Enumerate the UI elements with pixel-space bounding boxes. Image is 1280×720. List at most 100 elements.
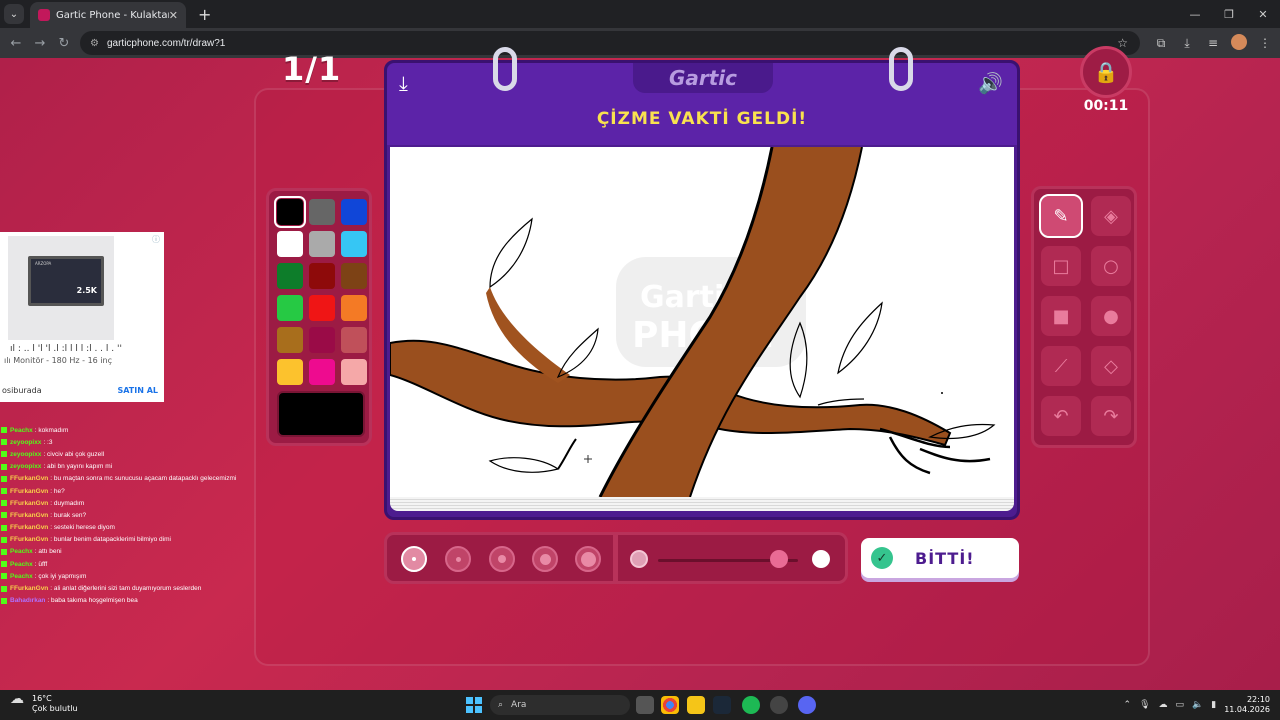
restore-icon[interactable]: ❐ — [1212, 8, 1246, 21]
site-info-icon[interactable]: ⚙ — [90, 38, 99, 49]
chat-text: : çok iyi yapmışım — [34, 572, 87, 580]
taskbar: ☁ 16°C Çok bulutlu ⌕ Ara ⌃ 🎙 ☁ ▭ 🔈 ▮ 22:… — [0, 690, 1280, 720]
chat-message: FFurkanGvn: duymadım — [0, 497, 250, 509]
minimize-icon[interactable]: — — [1178, 8, 1212, 21]
rectangle-outline-icon[interactable]: □ — [1041, 246, 1081, 286]
task-view-icon[interactable] — [636, 696, 654, 714]
app-icon[interactable] — [770, 696, 788, 714]
advertisement[interactable]: ARZOPA 2.5K ⓘ ıl : .. l 'l 'l .l :l l l … — [0, 232, 164, 402]
address-bar[interactable]: ⚙ garticphone.com/tr/draw?1 ☆ — [80, 31, 1140, 55]
menu-icon[interactable]: ⋮ — [1256, 36, 1274, 50]
color-swatch[interactable] — [341, 263, 367, 289]
spotify-icon[interactable] — [742, 696, 760, 714]
profile-avatar[interactable] — [1230, 33, 1248, 53]
binder-ring-left — [493, 47, 517, 91]
circle-fill-icon[interactable]: ● — [1091, 296, 1131, 336]
chat-username: Peachx — [10, 426, 33, 434]
rectangle-fill-icon[interactable]: ■ — [1041, 296, 1081, 336]
kick-badge-icon — [1, 585, 7, 592]
redo-icon[interactable]: ↷ — [1091, 396, 1131, 436]
weather-widget[interactable]: ☁ 16°C Çok bulutlu — [10, 692, 78, 714]
chat-message: zeyoopixx: abi bn yayını kapım mi — [0, 461, 250, 473]
onedrive-icon[interactable]: ☁ — [1159, 700, 1168, 710]
color-swatch[interactable] — [341, 231, 367, 257]
color-swatch[interactable] — [309, 231, 335, 257]
reload-icon[interactable]: ↻ — [52, 36, 76, 51]
color-swatch[interactable] — [341, 359, 367, 385]
file-explorer-icon[interactable] — [687, 696, 705, 714]
back-icon[interactable]: ← — [4, 36, 28, 51]
color-swatch[interactable] — [309, 199, 335, 225]
eraser-icon[interactable]: ◈ — [1091, 196, 1131, 236]
color-swatch[interactable] — [341, 295, 367, 321]
chat-text: : :3 — [43, 438, 53, 446]
color-swatch[interactable] — [309, 263, 335, 289]
discord-icon[interactable] — [798, 696, 816, 714]
kick-badge-icon — [1, 512, 7, 519]
brush-size-3[interactable] — [489, 546, 515, 572]
tab-close-icon[interactable]: ✕ — [169, 9, 178, 22]
opacity-min-icon — [630, 550, 648, 568]
kick-badge-icon — [1, 561, 7, 568]
buy-button[interactable]: SATIN AL — [117, 386, 158, 395]
windows-start-icon[interactable] — [466, 697, 482, 713]
color-swatch[interactable] — [277, 263, 303, 289]
volume-icon[interactable]: 🔈 — [1192, 700, 1203, 710]
new-tab-button[interactable]: + — [198, 5, 211, 24]
mic-icon[interactable]: 🎙 — [1139, 700, 1150, 710]
tray-chevron-icon[interactable]: ⌃ — [1124, 700, 1132, 710]
browser-tab[interactable]: Gartic Phone - Kulaktan Kulağa ✕ — [30, 2, 186, 28]
download-drawing-icon[interactable]: ⤓ — [399, 71, 408, 95]
bucket-icon[interactable]: ◇ — [1091, 346, 1131, 386]
ad-info-icon[interactable]: ⓘ — [152, 234, 160, 245]
battery-icon[interactable]: ▮ — [1211, 700, 1216, 710]
drawing-canvas[interactable]: Gartic PHONE — [390, 147, 1014, 497]
kick-badge-icon — [1, 524, 7, 531]
color-swatch[interactable] — [277, 327, 303, 353]
brush-size-4[interactable] — [532, 546, 558, 572]
download-icon[interactable]: ⤓ — [1178, 36, 1196, 51]
brush-size-2[interactable] — [445, 546, 471, 572]
color-swatch[interactable] — [341, 199, 367, 225]
color-swatch[interactable] — [309, 359, 335, 385]
window-close-icon[interactable]: ✕ — [1246, 8, 1280, 21]
chat-username: FFurkanGvn — [10, 524, 49, 532]
line-icon[interactable]: ⟋ — [1041, 346, 1081, 386]
extensions-icon[interactable]: ⧉ — [1152, 36, 1170, 51]
sound-icon[interactable]: 🔊 — [978, 71, 1003, 95]
chat-username: Peachx — [10, 548, 33, 556]
browser-tab-bar: ⌄ Gartic Phone - Kulaktan Kulağa ✕ + — ❐… — [0, 0, 1280, 28]
network-icon[interactable]: ▭ — [1176, 700, 1185, 710]
color-swatch[interactable] — [277, 359, 303, 385]
brush-size-5[interactable] — [575, 546, 601, 572]
url-text: garticphone.com/tr/draw?1 — [106, 37, 226, 49]
forward-icon[interactable]: → — [28, 36, 52, 51]
chat-username: Peachx — [10, 572, 33, 580]
opacity-slider[interactable] — [616, 532, 848, 584]
undo-icon[interactable]: ↶ — [1041, 396, 1081, 436]
clock-time: 22:10 — [1246, 695, 1270, 704]
pencil-icon[interactable]: ✎ — [1039, 194, 1083, 238]
bookmark-star-icon[interactable]: ☆ — [1117, 36, 1128, 50]
tab-search-button[interactable]: ⌄ — [4, 4, 24, 24]
steam-icon[interactable] — [713, 696, 731, 714]
lock-icon: 🔒 — [1080, 46, 1132, 98]
color-swatch[interactable] — [277, 231, 303, 257]
color-swatch[interactable] — [277, 295, 303, 321]
chat-message: FFurkanGvn: he? — [0, 485, 250, 497]
color-swatch[interactable] — [309, 327, 335, 353]
kick-badge-icon — [1, 573, 7, 580]
color-swatch[interactable] — [341, 327, 367, 353]
circle-outline-icon[interactable]: ○ — [1091, 246, 1131, 286]
brush-size-1[interactable] — [401, 546, 427, 572]
media-icon[interactable]: ≡ — [1204, 36, 1222, 50]
clock[interactable]: 22:10 11.04.2026 — [1224, 695, 1270, 715]
weather-temp: 16°C — [32, 694, 52, 703]
opacity-max-icon — [812, 550, 830, 568]
color-swatch[interactable] — [309, 295, 335, 321]
slider-handle[interactable] — [770, 550, 788, 568]
taskbar-search[interactable]: ⌕ Ara — [490, 695, 630, 715]
done-button[interactable]: ✓ BİTTİ! — [861, 538, 1019, 578]
chrome-icon[interactable] — [661, 696, 679, 714]
color-swatch[interactable] — [274, 196, 306, 228]
